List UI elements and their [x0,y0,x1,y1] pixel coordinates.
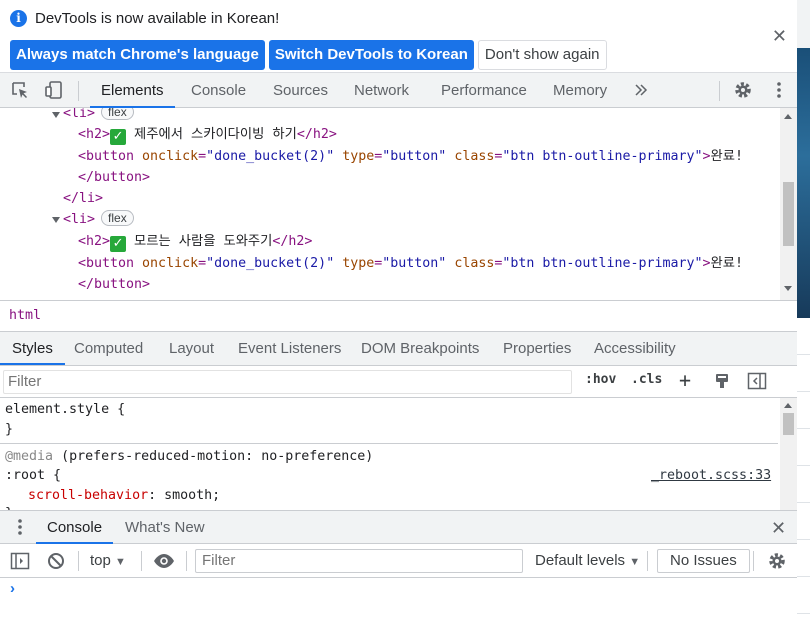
drawer-menu-icon[interactable] [17,518,23,540]
element-style-rule[interactable]: element.style { [5,401,125,419]
live-expression-eye-icon[interactable] [153,553,175,573]
expand-triangle-icon[interactable] [52,112,60,118]
scroll-up-icon[interactable] [784,114,792,119]
rule-divider [0,443,778,444]
console-divider [78,551,79,571]
kebab-menu-icon[interactable] [768,79,790,101]
infobar-message: DevTools is now available in Korean! [35,10,280,27]
new-style-rule-icon[interactable]: + [679,368,691,392]
switch-to-korean-button[interactable]: Switch DevTools to Korean [268,40,474,70]
console-divider [186,551,187,571]
tab-accessibility[interactable]: Accessibility [594,332,676,365]
toolbar-divider-2 [719,81,720,101]
media-query: @media (prefers-reduced-motion: no-prefe… [5,449,374,464]
tab-event-listeners[interactable]: Event Listeners [238,332,341,365]
info-icon: i [10,10,27,27]
computed-styles-icon[interactable] [713,372,731,394]
close-icon[interactable]: ✕ [772,26,787,47]
devtools-window: i DevTools is now available in Korean! ✕… [0,0,797,627]
drawer-header: Console What's New ✕ [0,510,797,544]
page-content [797,318,810,627]
tab-console[interactable]: Console [191,73,246,108]
scroll-up-icon[interactable] [784,403,792,408]
tab-elements[interactable]: Elements [90,73,175,108]
console-toolbar: top ▼ Filter Default levels ▼ No Issues [0,544,797,578]
console-output[interactable]: › [0,578,797,627]
source-link[interactable]: _reboot.scss:33 [651,467,771,485]
tab-memory[interactable]: Memory [553,73,607,108]
scroll-thumb[interactable] [783,413,794,435]
show-sidebar-icon[interactable] [10,552,30,574]
console-filter-input[interactable]: Filter [195,549,523,573]
dom-button[interactable]: <button onclick="done_bucket(2)" type="b… [78,147,743,167]
drawer-tab-console[interactable]: Console [36,511,114,544]
console-divider [753,551,754,571]
infobar-buttons: Always match Chrome's language Switch De… [10,40,607,70]
styles-pane[interactable]: element.style { } @media (prefers-reduce… [0,398,797,510]
match-chrome-language-button[interactable]: Always match Chrome's language [10,40,265,70]
styles-scrollbar[interactable] [780,398,797,510]
context-selector[interactable]: top ▼ [90,552,126,569]
dom-h2[interactable]: <h2> ✓ 제주에서 스카이다이빙 하기</h2> [78,125,337,145]
toolbar-divider [78,81,79,101]
issues-button[interactable]: No Issues [657,549,750,573]
drawer-tab-whats-new[interactable]: What's New [125,511,205,544]
language-infobar: i DevTools is now available in Korean! ✕… [0,0,797,73]
main-toolbar: Elements Console Sources Network Perform… [0,73,797,108]
dom-li-open[interactable]: <li> flex [63,210,134,230]
page-hero-image [797,48,810,318]
more-tabs-icon[interactable] [630,79,652,101]
hov-toggle[interactable]: :hov [585,372,616,387]
console-divider [141,551,142,571]
page-viewport-strip [797,0,810,627]
dont-show-again-button[interactable]: Don't show again [477,40,607,70]
checkmark-icon: ✓ [110,236,127,252]
inspect-element-icon[interactable] [9,79,31,101]
styles-filter-input[interactable]: Filter [3,370,572,394]
dom-li-open[interactable]: <li> flex [63,108,134,124]
tab-layout[interactable]: Layout [169,332,214,365]
dom-h2[interactable]: <h2> ✓ 모르는 사람을 도와주기</h2> [78,232,312,252]
sidebar-tabs: Styles Computed Layout Event Listeners D… [0,332,797,366]
expand-triangle-icon[interactable] [52,217,60,223]
dom-tree[interactable]: <li> flex <h2> ✓ 제주에서 스카이다이빙 하기</h2> <butt… [0,108,797,300]
tab-properties[interactable]: Properties [503,332,571,365]
breadcrumb: html [0,300,797,332]
dropdown-arrow-icon: ▼ [115,556,126,568]
tab-styles[interactable]: Styles [0,332,65,365]
device-toolbar-icon[interactable] [43,79,65,101]
styles-filter-row: Filter :hov .cls + [0,366,797,398]
dom-scrollbar[interactable] [780,108,797,300]
rule-close-brace: } [5,422,14,437]
tab-sources[interactable]: Sources [273,73,328,108]
tab-performance[interactable]: Performance [441,73,527,108]
checkmark-icon: ✓ [110,129,127,145]
scroll-thumb[interactable] [783,182,794,246]
cls-toggle[interactable]: .cls [631,372,662,387]
scroll-down-icon[interactable] [784,286,792,291]
settings-gear-icon[interactable] [732,79,754,101]
clear-console-icon[interactable] [47,552,65,574]
tab-network[interactable]: Network [354,73,409,108]
css-declaration[interactable]: scroll-behavior: smooth; [28,487,220,505]
breadcrumb-html[interactable]: html [9,308,41,323]
dom-button-close[interactable]: </button> [78,275,150,295]
log-levels-dropdown[interactable]: Default levels ▼ [535,552,640,569]
console-divider [647,551,648,571]
close-drawer-icon[interactable]: ✕ [771,518,786,539]
dom-button-close[interactable]: </button> [78,168,150,188]
console-prompt-icon: › [10,580,15,597]
flex-badge[interactable]: flex [101,210,134,226]
toggle-sidebar-icon[interactable] [747,372,767,394]
tab-dom-breakpoints[interactable]: DOM Breakpoints [361,332,479,365]
dom-li-close[interactable]: </li> [63,189,103,209]
flex-badge[interactable]: flex [101,108,134,120]
dom-button[interactable]: <button onclick="done_bucket(2)" type="b… [78,254,743,274]
root-selector[interactable]: :root { [5,467,61,485]
console-settings-gear-icon[interactable] [767,551,787,575]
dropdown-arrow-icon: ▼ [629,556,641,568]
tab-computed[interactable]: Computed [74,332,143,365]
